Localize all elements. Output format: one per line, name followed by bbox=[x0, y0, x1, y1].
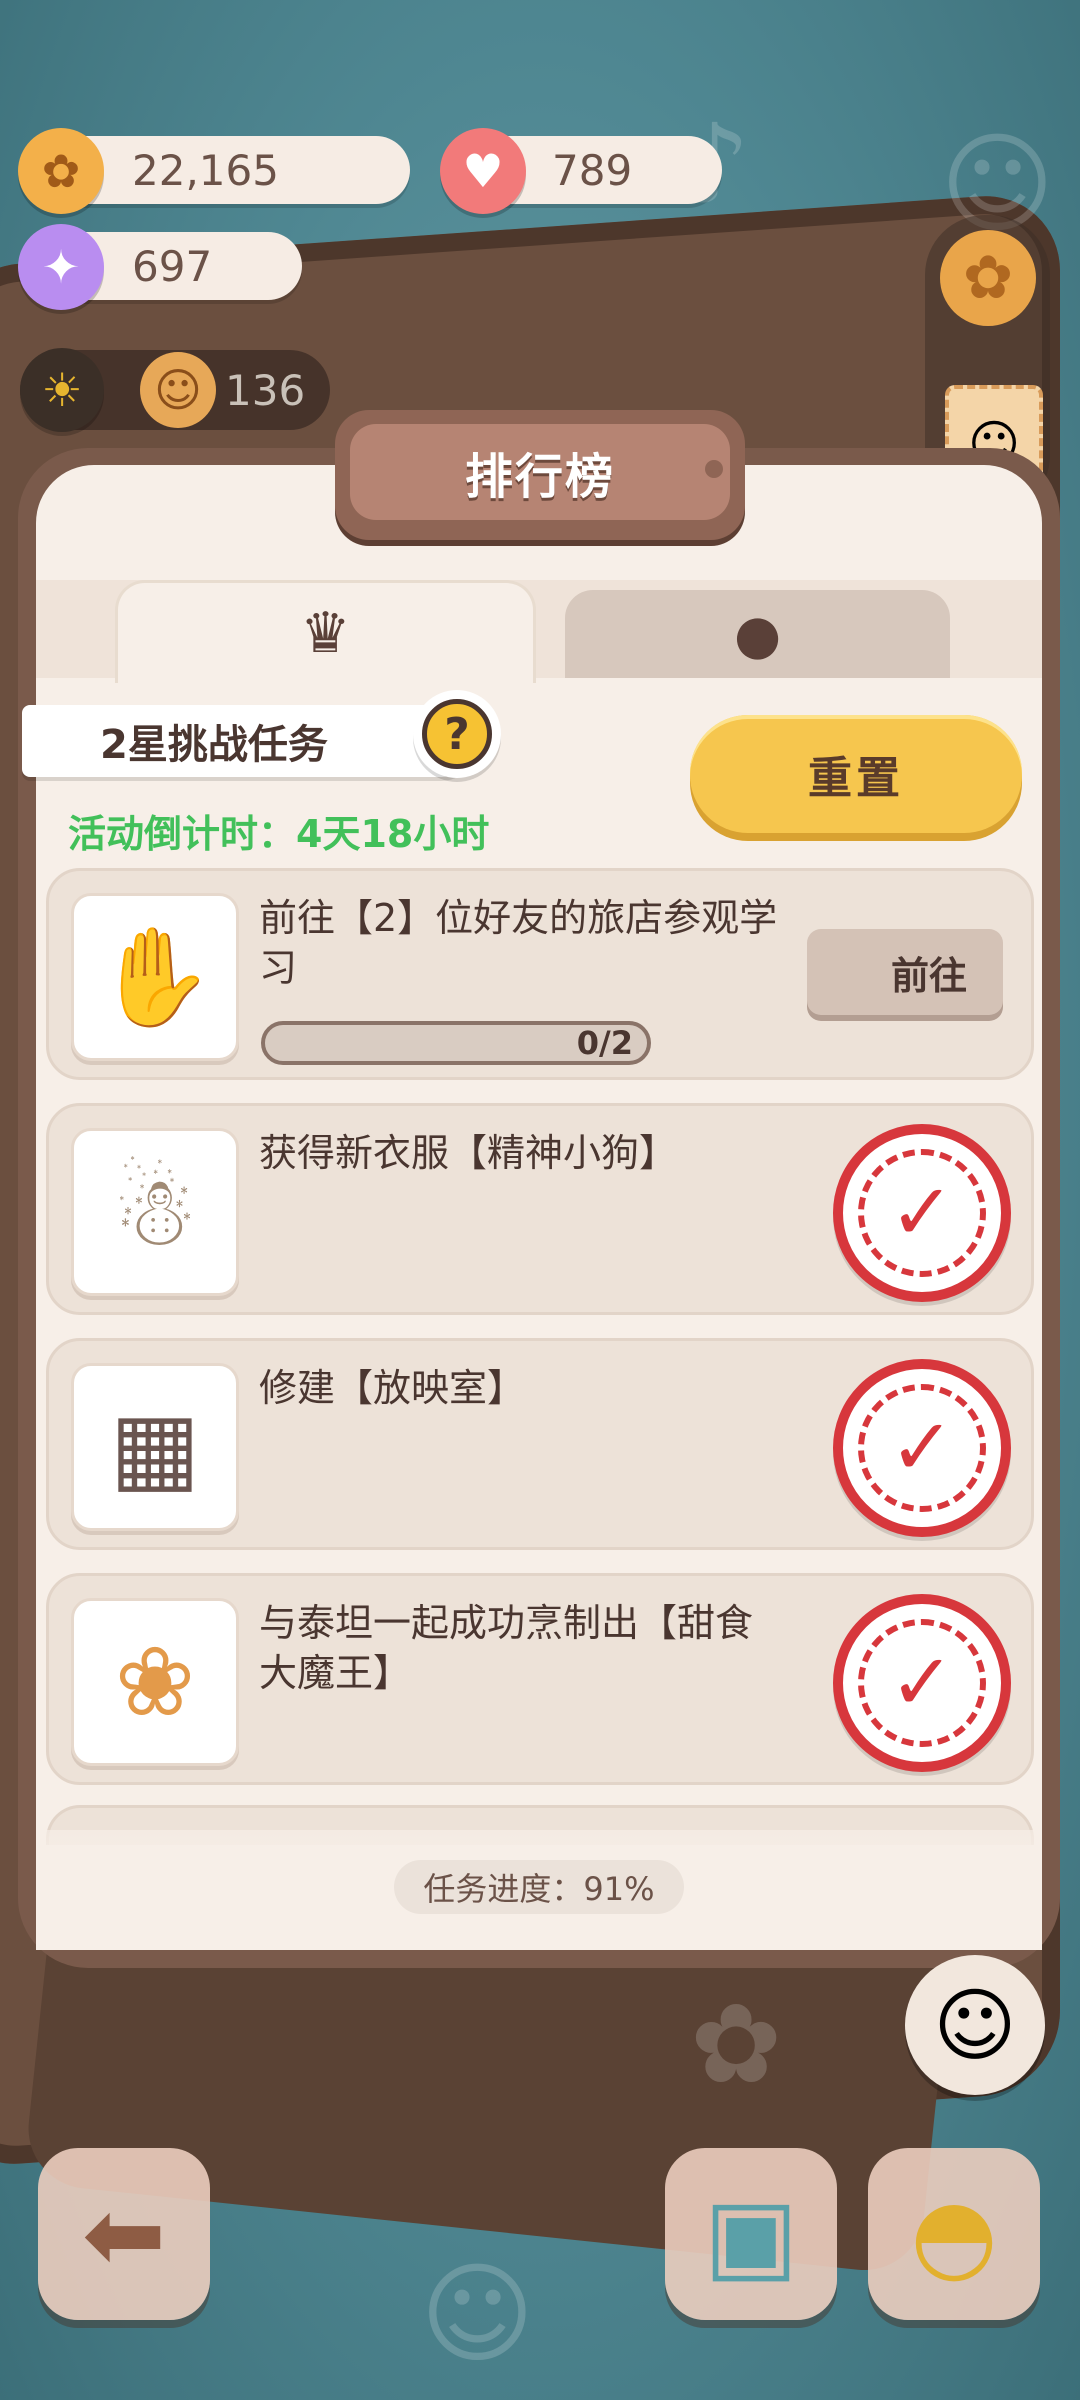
jam-icon: ♥ bbox=[440, 128, 526, 214]
doodle-bunny-icon: ☺ bbox=[420, 2250, 535, 2378]
candy-count: 697 bbox=[132, 241, 213, 291]
checkmark-icon: ✓ bbox=[858, 1384, 986, 1512]
cookie-icon: ✿ bbox=[18, 128, 104, 214]
task-card: ▦ 修建【放映室】 ✓ bbox=[46, 1338, 1034, 1550]
candy-icon: ✦ bbox=[18, 224, 104, 310]
hard-hat-icon[interactable]: ◓ bbox=[868, 2148, 1040, 2320]
task-progress-bar: 0/2 bbox=[261, 1021, 651, 1065]
dessert-platter-icon: ❀ bbox=[71, 1598, 239, 1766]
overall-progress: 任务进度：91% bbox=[394, 1860, 684, 1914]
gem-count: 789 bbox=[552, 145, 633, 195]
title-plate: 排行榜 bbox=[335, 410, 745, 540]
gear-icon[interactable]: ✿ bbox=[940, 230, 1036, 326]
checkmark-icon: ✓ bbox=[858, 1149, 986, 1277]
task-description: 修建【放映室】 bbox=[259, 1366, 526, 1410]
reset-button[interactable]: 重置 bbox=[690, 715, 1022, 833]
task-description: 获得新衣服【精神小狗】 bbox=[259, 1131, 678, 1175]
cookie-icon: ● bbox=[733, 602, 782, 666]
gingerbread-icon: ☺ bbox=[140, 352, 216, 428]
challenge-label: 2星挑战任务 bbox=[22, 705, 477, 777]
backpack-icon[interactable]: ▣ bbox=[665, 2148, 837, 2320]
checkmark-icon: ✓ bbox=[858, 1619, 986, 1747]
completed-stamp-icon: ✓ bbox=[825, 1594, 1021, 1772]
staff-count: 136 bbox=[225, 365, 306, 415]
cookie-count: 22,165 bbox=[132, 145, 279, 195]
task-card: ☃ 获得新衣服【精神小狗】 ✓ bbox=[46, 1103, 1034, 1315]
panel-title: 排行榜 bbox=[350, 424, 730, 520]
tab-trophy[interactable]: ♛ bbox=[115, 580, 536, 683]
help-button[interactable]: ? bbox=[413, 690, 501, 778]
chef-avatar-icon[interactable]: ☺ bbox=[905, 1955, 1045, 2095]
screening-room-icon: ▦ bbox=[71, 1363, 239, 1531]
goto-button[interactable]: 前往 bbox=[807, 929, 1003, 1015]
trophy-icon: ♛ bbox=[300, 600, 351, 666]
completed-stamp-icon: ✓ bbox=[825, 1359, 1021, 1537]
rivet bbox=[705, 460, 723, 478]
back-arrow-icon[interactable]: ⬅ bbox=[38, 2148, 210, 2320]
question-icon: ? bbox=[422, 699, 492, 769]
task-card: ✋ 前往【2】位好友的旅店参观学习 0/2 前往 bbox=[46, 868, 1034, 1080]
event-countdown: 活动倒计时：4天18小时 bbox=[68, 812, 490, 856]
challenge-label-text: 2星挑战任务 bbox=[100, 722, 328, 768]
doodle-cake-icon: ✿ bbox=[690, 1980, 783, 2108]
task-progress-text: 0/2 bbox=[576, 1024, 633, 1062]
tab-cookie[interactable]: ● bbox=[565, 590, 950, 678]
task-description: 前往【2】位好友的旅店参观学习 bbox=[259, 896, 778, 990]
puppy-outfit-icon: ☃ bbox=[71, 1128, 239, 1296]
task-card: ❀ 与泰坦一起成功烹制出【甜食大魔王】 ✓ bbox=[46, 1573, 1034, 1785]
completed-stamp-icon: ✓ bbox=[825, 1124, 1021, 1302]
task-description: 与泰坦一起成功烹制出【甜食大魔王】 bbox=[259, 1601, 754, 1695]
sun-icon: ☀ bbox=[20, 348, 104, 432]
friends-handshake-icon: ✋ bbox=[71, 893, 239, 1061]
